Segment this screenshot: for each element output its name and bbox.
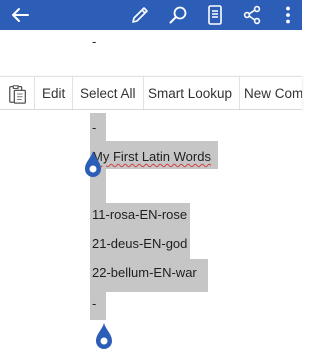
back-arrow-icon[interactable] — [8, 3, 32, 27]
clipboard-icon[interactable] — [0, 77, 35, 109]
doc-line: - — [92, 34, 97, 49]
pen-icon[interactable] — [128, 3, 152, 27]
more-icon[interactable] — [276, 3, 300, 27]
doc-line: - — [92, 296, 97, 311]
doc-line: 11-rosa-EN-rose — [92, 207, 188, 222]
reading-view-icon[interactable] — [203, 3, 227, 27]
doc-heading: My First Latin Words — [92, 149, 211, 164]
selection-end-handle[interactable] — [95, 322, 113, 350]
menu-item-select-all[interactable]: Select All — [73, 77, 144, 109]
app-toolbar — [0, 0, 302, 30]
doc-line: 22-bellum-EN-war — [92, 265, 197, 280]
context-menu: Edit Select All Smart Lookup New Com — [0, 76, 302, 110]
selection-start-handle[interactable] — [84, 150, 102, 178]
search-icon[interactable] — [166, 3, 190, 27]
doc-line: - — [92, 120, 97, 135]
menu-item-smart-lookup[interactable]: Smart Lookup — [141, 77, 241, 109]
doc-line: 21-deus-EN-god — [92, 236, 188, 251]
menu-item-edit[interactable]: Edit — [35, 77, 74, 109]
share-icon[interactable] — [240, 3, 264, 27]
document-body[interactable]: - My First Latin Words 11-rosa-EN-rose 2… — [0, 110, 302, 363]
menu-item-new-comment[interactable]: New Com — [237, 77, 302, 109]
